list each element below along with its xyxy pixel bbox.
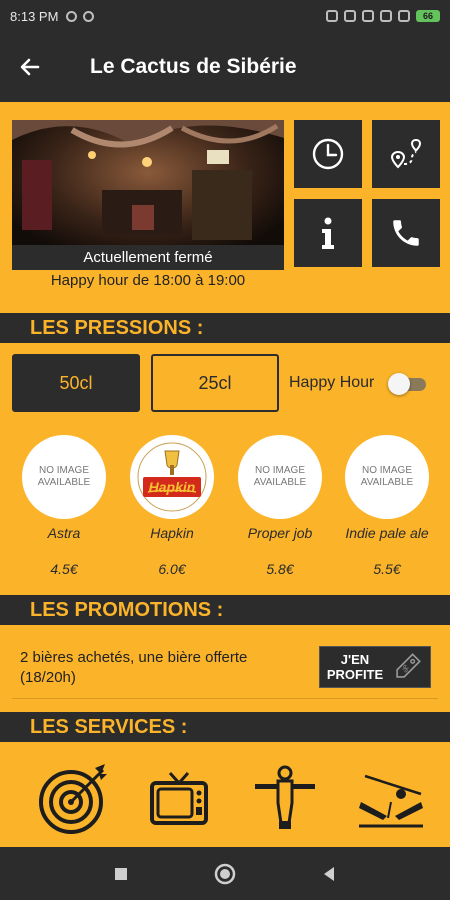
notification-icons bbox=[66, 10, 95, 22]
alarm-icon bbox=[326, 10, 338, 22]
notification-icon bbox=[66, 10, 78, 22]
section-pressions-heading: LES PRESSIONS : bbox=[0, 313, 450, 343]
foosball-icon bbox=[255, 765, 315, 829]
no-image-text: NO IMAGE AVAILABLE bbox=[360, 465, 414, 488]
beer-item[interactable]: Hapkin Hapkin 6.0€ bbox=[122, 435, 222, 577]
circle-icon bbox=[214, 863, 236, 884]
beer-logo: Hapkin bbox=[130, 435, 214, 519]
beer-name: Astra bbox=[47, 525, 81, 541]
signal-icon bbox=[380, 10, 392, 22]
system-back-button[interactable] bbox=[317, 862, 341, 886]
back-button[interactable] bbox=[0, 32, 60, 102]
promotion-text: 2 bières achetés, une bière offerte (18/… bbox=[20, 649, 248, 686]
battery-icon: 66 bbox=[416, 10, 440, 22]
svg-text:Hapkin: Hapkin bbox=[149, 479, 196, 495]
opening-status: Actuellement fermé bbox=[12, 245, 284, 270]
claim-promotion-label: J'EN PROFITE bbox=[326, 652, 384, 682]
map-route-icon bbox=[390, 138, 422, 169]
status-bar: 8:13 PM 66 bbox=[0, 0, 450, 32]
darts-icon bbox=[39, 764, 107, 834]
triangle-back-icon bbox=[324, 866, 334, 881]
service-foosball bbox=[246, 762, 324, 834]
tv-icon bbox=[150, 771, 208, 825]
hapkin-logo: Hapkin bbox=[132, 437, 212, 517]
beer-price: 5.8€ bbox=[266, 561, 294, 577]
beer-price: 4.5€ bbox=[50, 561, 78, 577]
price-tag-icon: % bbox=[396, 653, 421, 678]
beer-item[interactable]: NO IMAGE AVAILABLE Proper job 5.8€ bbox=[230, 435, 330, 577]
no-image-text: NO IMAGE AVAILABLE bbox=[37, 465, 91, 488]
arrow-left-icon bbox=[20, 58, 40, 76]
divider bbox=[12, 698, 438, 699]
system-icons: 66 bbox=[326, 10, 440, 22]
claim-promotion-button[interactable]: J'EN PROFITE % bbox=[319, 646, 431, 688]
beer-item[interactable]: NO IMAGE AVAILABLE Indie pale ale 5.5€ bbox=[337, 435, 437, 577]
size-50cl-button[interactable]: 50cl bbox=[12, 354, 140, 412]
section-promotions-heading: LES PROMOTIONS : bbox=[0, 595, 450, 625]
phone-icon bbox=[393, 220, 419, 246]
beer-item[interactable]: NO IMAGE AVAILABLE Astra 4.5€ bbox=[14, 435, 114, 577]
info-icon bbox=[322, 217, 334, 249]
beer-price: 6.0€ bbox=[158, 561, 186, 577]
square-icon bbox=[115, 867, 127, 880]
recents-button[interactable] bbox=[109, 862, 133, 886]
notification-icon bbox=[83, 10, 95, 22]
beer-no-image: NO IMAGE AVAILABLE bbox=[345, 435, 429, 519]
data-saver-icon bbox=[362, 10, 374, 22]
call-button[interactable] bbox=[372, 199, 440, 267]
service-darts bbox=[36, 762, 114, 834]
beer-name: Hapkin bbox=[150, 525, 194, 541]
status-time: 8:13 PM bbox=[10, 8, 59, 24]
home-button[interactable] bbox=[213, 862, 237, 886]
toggle-knob bbox=[388, 373, 410, 395]
vibrate-icon bbox=[344, 10, 356, 22]
section-services-heading: LES SERVICES : bbox=[0, 712, 450, 742]
happy-hour-label: Happy Hour bbox=[289, 374, 375, 391]
page-title: Le Cactus de Sibérie bbox=[90, 55, 297, 78]
bar-photo[interactable]: Actuellement fermé bbox=[12, 120, 284, 270]
info-button[interactable] bbox=[294, 199, 362, 267]
beer-name: Indie pale ale bbox=[345, 525, 429, 541]
wifi-icon bbox=[398, 10, 410, 22]
directions-button[interactable] bbox=[372, 120, 440, 188]
system-nav-bar bbox=[0, 847, 450, 900]
pinball-icon bbox=[359, 774, 423, 828]
happy-hour-toggle[interactable] bbox=[388, 373, 428, 395]
happy-hour-times: Happy hour de 18:00 à 19:00 bbox=[50, 272, 246, 289]
hours-button[interactable] bbox=[294, 120, 362, 188]
app-bar: Le Cactus de Sibérie bbox=[0, 32, 450, 102]
clock-icon bbox=[312, 138, 344, 170]
beer-no-image: NO IMAGE AVAILABLE bbox=[22, 435, 106, 519]
beer-name: Proper job bbox=[247, 525, 313, 541]
beer-price: 5.5€ bbox=[373, 561, 401, 577]
service-pinball bbox=[352, 762, 430, 834]
beer-no-image: NO IMAGE AVAILABLE bbox=[238, 435, 322, 519]
service-tv bbox=[140, 762, 218, 834]
size-25cl-button[interactable]: 25cl bbox=[151, 354, 279, 412]
no-image-text: NO IMAGE AVAILABLE bbox=[253, 465, 307, 488]
